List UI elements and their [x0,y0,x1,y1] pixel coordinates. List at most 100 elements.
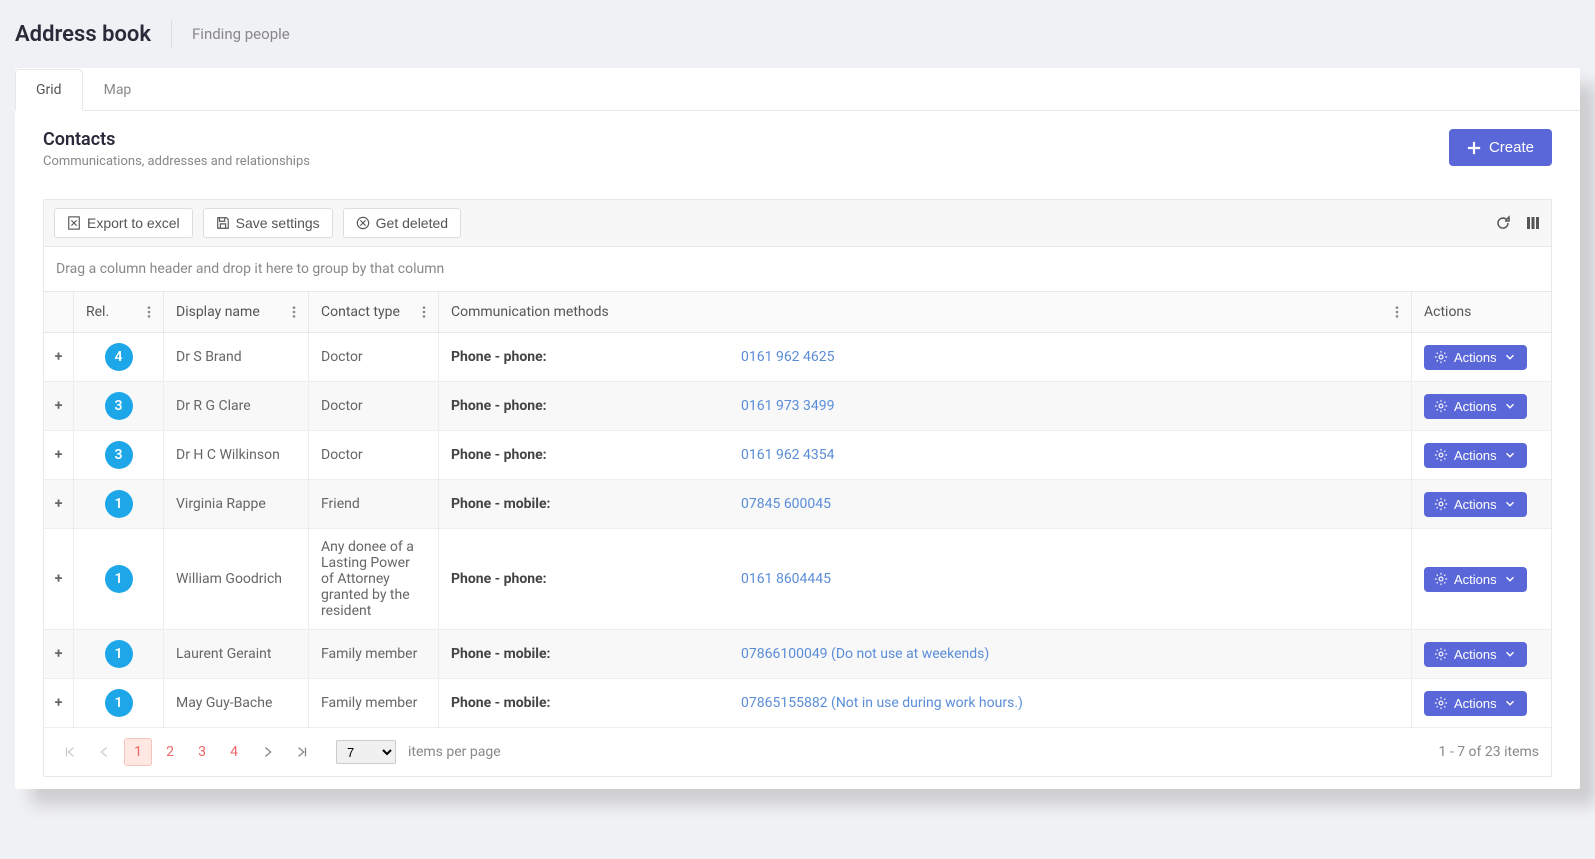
comm-link[interactable]: 07866100049 (Do not use at weekends) [741,646,989,662]
row-actions-button[interactable]: Actions [1424,642,1527,667]
actions-cell: Actions [1412,431,1527,479]
actions-button-label: Actions [1454,448,1497,463]
expand-row[interactable]: + [44,431,74,479]
actions-button-label: Actions [1454,696,1497,711]
gear-icon [1434,448,1448,462]
expand-row[interactable]: + [44,333,74,381]
comm-link[interactable]: 07865155882 (Not in use during work hour… [741,695,1023,711]
table-row: +1Virginia RappeFriendPhone - mobile:078… [44,480,1551,529]
delete-icon [356,216,370,230]
pager-last[interactable] [288,738,316,766]
contact-type-cell: Friend [309,480,439,528]
refresh-icon[interactable] [1495,215,1511,231]
actions-cell: Actions [1412,382,1527,430]
contact-type-cell: Doctor [309,431,439,479]
grouping-drop-zone[interactable]: Drag a column header and drop it here to… [44,247,1551,292]
get-deleted-button[interactable]: Get deleted [343,208,461,238]
gear-icon [1434,350,1448,364]
pager-first[interactable] [56,738,84,766]
row-actions-button[interactable]: Actions [1424,394,1527,419]
expand-row[interactable]: + [44,480,74,528]
comm-label: Phone - phone: [451,447,741,463]
comm-label: Phone - phone: [451,398,741,414]
expand-row[interactable]: + [44,529,74,629]
actions-button-label: Actions [1454,497,1497,512]
gear-icon [1434,497,1448,511]
comm-link[interactable]: 0161 8604445 [741,571,831,587]
comm-label: Phone - mobile: [451,496,741,512]
communication-cell: Phone - phone:0161 962 4625 [439,333,1412,381]
contact-type-cell: Family member [309,630,439,678]
comm-link[interactable]: 0161 973 3499 [741,398,835,414]
col-rel[interactable]: Rel. [74,292,164,332]
col-communication[interactable]: Communication methods [439,292,1412,332]
columns-icon[interactable] [1525,215,1541,231]
row-actions-button[interactable]: Actions [1424,567,1527,592]
actions-button-label: Actions [1454,647,1497,662]
rel-badge-cell: 1 [74,630,164,678]
col-rel-label: Rel. [86,304,147,320]
comm-link[interactable]: 07845 600045 [741,496,831,512]
col-menu-icon[interactable] [292,305,296,319]
page-size-select[interactable]: 7 [336,740,396,764]
display-name-cell: Laurent Geraint [164,630,309,678]
col-menu-icon[interactable] [147,305,151,319]
rel-badge: 3 [105,441,133,469]
rel-badge-cell: 3 [74,431,164,479]
pager-page-1[interactable]: 1 [124,738,152,766]
expand-row[interactable]: + [44,630,74,678]
display-name-cell: Virginia Rappe [164,480,309,528]
gear-icon [1434,399,1448,413]
export-excel-button[interactable]: Export to excel [54,208,193,238]
rel-badge: 3 [105,392,133,420]
get-deleted-label: Get deleted [376,215,448,231]
actions-cell: Actions [1412,630,1527,678]
table-row: +3Dr H C WilkinsonDoctorPhone - phone:01… [44,431,1551,480]
comm-link[interactable]: 0161 962 4625 [741,349,835,365]
col-name-label: Display name [176,304,292,320]
pager-page-4[interactable]: 4 [220,738,248,766]
table-row: +1Laurent GeraintFamily memberPhone - mo… [44,630,1551,679]
col-contact-type[interactable]: Contact type [309,292,439,332]
tab-map[interactable]: Map [83,69,153,111]
chevron-down-icon [1503,696,1517,710]
row-actions-button[interactable]: Actions [1424,492,1527,517]
comm-link[interactable]: 0161 962 4354 [741,447,835,463]
pager-next[interactable] [254,738,282,766]
display-name-cell: May Guy-Bache [164,679,309,727]
chevron-down-icon [1503,399,1517,413]
row-actions-button[interactable]: Actions [1424,691,1527,716]
save-icon [216,216,230,230]
actions-button-label: Actions [1454,572,1497,587]
pager-page-3[interactable]: 3 [188,738,216,766]
row-actions-button[interactable]: Actions [1424,443,1527,468]
communication-cell: Phone - phone:0161 962 4354 [439,431,1412,479]
create-button[interactable]: Create [1449,129,1552,166]
table-row: +1William GoodrichAny donee of a Lasting… [44,529,1551,630]
table-row: +3Dr R G ClareDoctorPhone - phone:0161 9… [44,382,1551,431]
chevron-down-icon [1503,647,1517,661]
table-row: +1May Guy-BacheFamily memberPhone - mobi… [44,679,1551,728]
scrollbar-spacer [1527,529,1551,629]
actions-cell: Actions [1412,480,1527,528]
rel-badge-cell: 1 [74,529,164,629]
tab-grid[interactable]: Grid [15,69,83,111]
expand-row[interactable]: + [44,679,74,727]
page-title: Address book [15,22,151,47]
col-menu-icon[interactable] [422,305,426,319]
grid-header: Rel. Display name Contact type Communica… [44,292,1551,333]
scrollbar-spacer [1527,431,1551,479]
expand-row[interactable]: + [44,382,74,430]
next-page-icon [261,745,275,759]
col-menu-icon[interactable] [1395,305,1399,319]
pager-page-2[interactable]: 2 [156,738,184,766]
chevron-down-icon [1503,497,1517,511]
gear-icon [1434,647,1448,661]
save-settings-button[interactable]: Save settings [203,208,333,238]
contact-type-cell: Any donee of a Lasting Power of Attorney… [309,529,439,629]
col-display-name[interactable]: Display name [164,292,309,332]
row-actions-button[interactable]: Actions [1424,345,1527,370]
section-title: Contacts [43,129,310,150]
pager-prev[interactable] [90,738,118,766]
gear-icon [1434,572,1448,586]
